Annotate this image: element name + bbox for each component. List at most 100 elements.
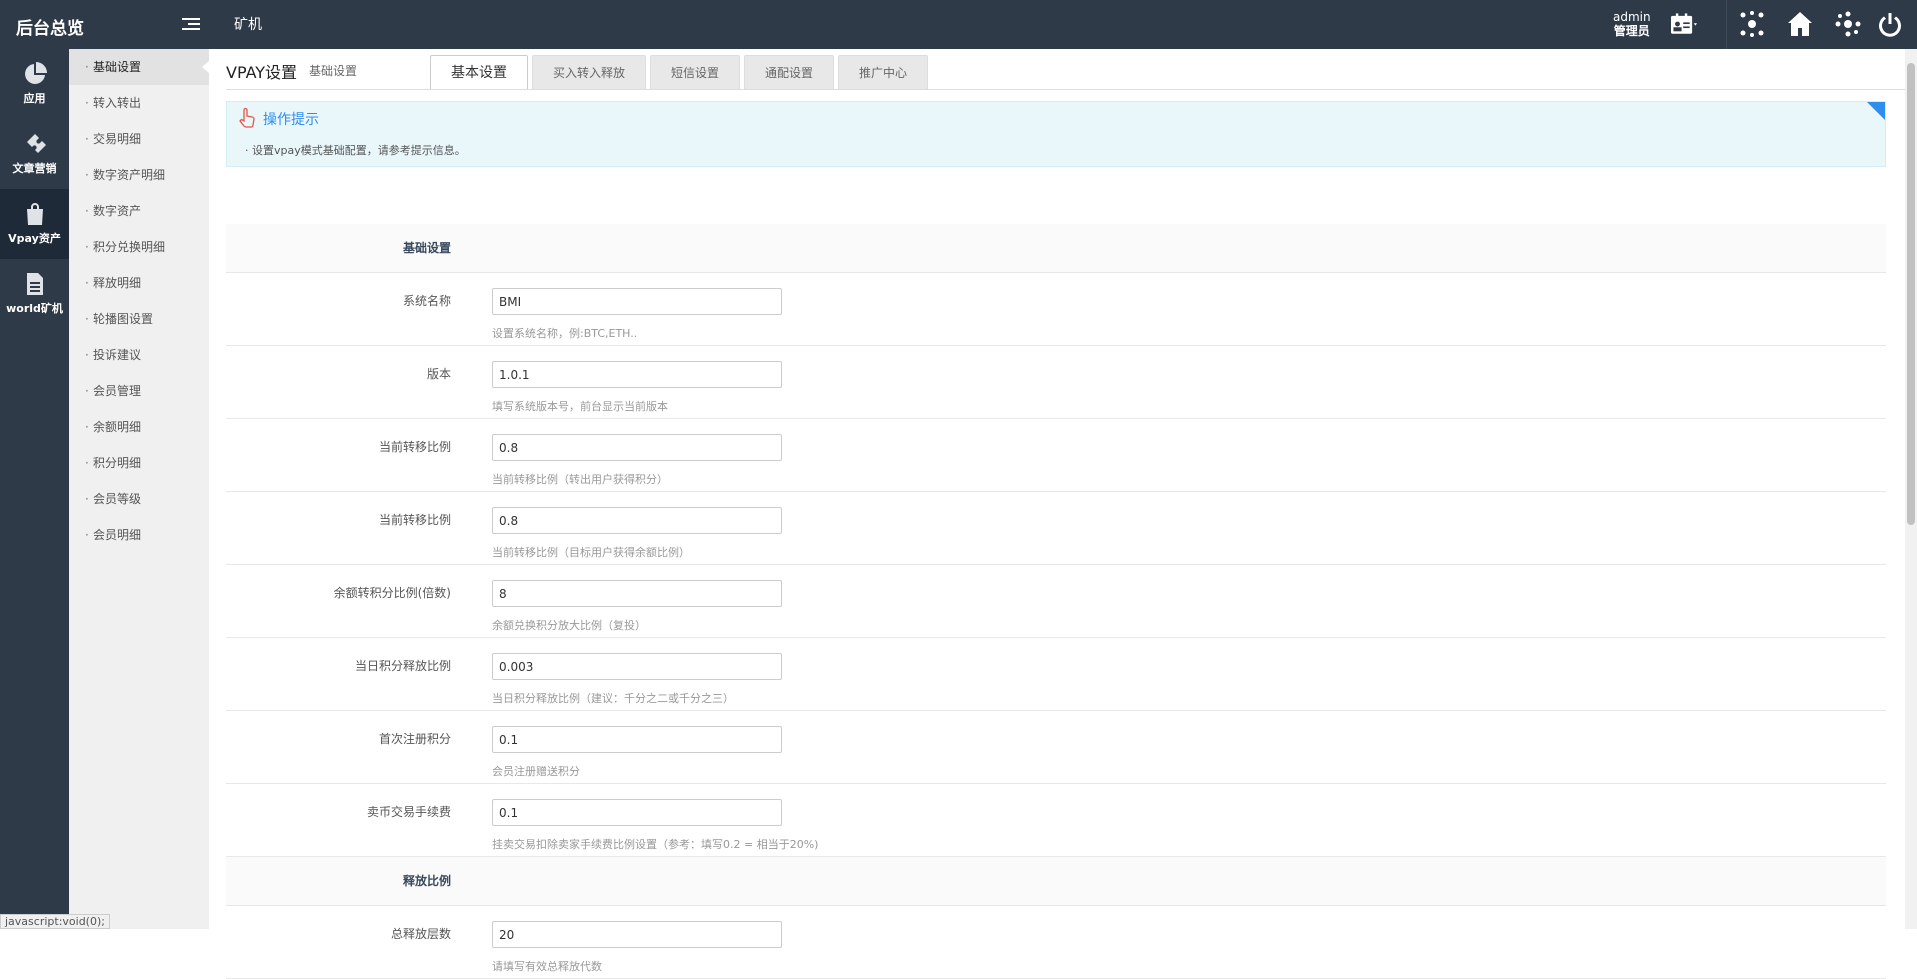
tab-basic-settings[interactable]: 基本设置 xyxy=(430,55,528,89)
sell-fee-input[interactable] xyxy=(492,799,782,826)
field-hint: 当日积分释放比例（建议：千分之二或千分之三） xyxy=(492,692,734,705)
pie-chart-icon xyxy=(24,62,47,84)
field-hint: 当前转移比例（目标用户获得余额比例） xyxy=(492,546,690,559)
field-hint: 设置系统名称，例:BTC,ETH.. xyxy=(492,327,638,340)
sidebar-item-label: 应用 xyxy=(23,92,46,105)
sidebar-item-label: Vpay资产 xyxy=(8,232,61,245)
field-label: 总释放层数 xyxy=(390,927,451,941)
submenu-item-digital-assets[interactable]: 数字资产 xyxy=(69,193,209,229)
tab-buy-transfer-release[interactable]: 买入转入释放 xyxy=(532,55,647,89)
section-title: 基础设置 xyxy=(402,241,451,255)
submenu-item-basic-settings[interactable]: 基础设置 xyxy=(69,49,209,85)
tip-box: 操作提示 · 设置vpay模式基础配置，请参考提示信息。 xyxy=(226,101,1886,167)
form-row: 卖币交易手续费 挂卖交易扣除卖家手续费比例设置（参考：填写0.2 = 相当于20… xyxy=(226,784,1886,857)
submenu-item-balance-details[interactable]: 余额明细 xyxy=(69,409,209,445)
cluster-icon[interactable] xyxy=(1736,10,1768,38)
submenu-item-points-details[interactable]: 积分明细 xyxy=(69,445,209,481)
field-label: 系统名称 xyxy=(402,294,451,308)
transfer-ratio-target-input[interactable] xyxy=(492,507,782,534)
tip-text: · 设置vpay模式基础配置，请参考提示信息。 xyxy=(245,144,466,157)
sidebar-item-world-miner[interactable]: world矿机 xyxy=(0,259,69,329)
user-info[interactable]: admin 管理员 xyxy=(1613,10,1651,38)
tab-sms-settings[interactable]: 短信设置 xyxy=(650,55,741,89)
sidebar-item-apps[interactable]: 应用 xyxy=(0,49,69,119)
tab-divider xyxy=(226,89,1905,90)
tab-bar: 基本设置 买入转入释放 短信设置 通配设置 推广中心 xyxy=(430,55,932,89)
field-hint: 余额兑换积分放大比例（复投） xyxy=(492,619,646,632)
network-icon[interactable] xyxy=(1832,10,1864,38)
submenu-item-member-levels[interactable]: 会员等级 xyxy=(69,481,209,517)
submenu-item-member-management[interactable]: 会员管理 xyxy=(69,373,209,409)
field-label: 当前转移比例 xyxy=(378,513,451,527)
user-name: admin xyxy=(1613,10,1651,24)
submenu-item-release-details[interactable]: 释放明细 xyxy=(69,265,209,301)
system-name-input[interactable] xyxy=(492,288,782,315)
field-hint: 请填写有效总释放代数 xyxy=(492,960,602,973)
transfer-ratio-out-input[interactable] xyxy=(492,434,782,461)
total-release-levels-input[interactable] xyxy=(492,921,782,948)
shopping-bag-icon xyxy=(26,203,43,225)
menu-toggle-icon[interactable] xyxy=(182,18,200,32)
user-role: 管理员 xyxy=(1613,24,1650,38)
submenu-item-digital-asset-details[interactable]: 数字资产明细 xyxy=(69,157,209,193)
sidebar-item-vpay-assets[interactable]: Vpay资产 xyxy=(0,189,69,259)
tip-collapse-corner[interactable] xyxy=(1867,102,1885,120)
sub-menu: 基础设置 转入转出 交易明细 数字资产明细 数字资产 积分兑换明细 释放明细 轮… xyxy=(69,49,209,929)
tab-general-settings[interactable]: 通配设置 xyxy=(744,55,835,89)
field-label: 当日积分释放比例 xyxy=(354,659,451,673)
home-icon[interactable] xyxy=(1784,10,1816,38)
sidebar-item-label: 文章营销 xyxy=(12,162,57,175)
submenu-item-carousel-settings[interactable]: 轮播图设置 xyxy=(69,301,209,337)
page-title: VPAY设置 xyxy=(226,63,298,82)
version-input[interactable] xyxy=(492,361,782,388)
form-row: 余额转积分比例(倍数) 余额兑换积分放大比例（复投） xyxy=(226,565,1886,638)
section-header-release: 释放比例 xyxy=(226,857,1886,906)
contact-card-icon[interactable] xyxy=(1660,10,1708,38)
submenu-item-transfer[interactable]: 转入转出 xyxy=(69,85,209,121)
icon-sidebar: 应用 文章营销 Vpay资产 world矿机 xyxy=(0,49,69,929)
status-bar: javascript:void(0); xyxy=(0,914,110,929)
balance-to-points-input[interactable] xyxy=(492,580,782,607)
field-label: 版本 xyxy=(426,367,451,381)
form-row: 总释放层数 请填写有效总释放代数 xyxy=(226,906,1886,979)
main-content: VPAY设置 基础设置 基本设置 买入转入释放 短信设置 通配设置 推广中心 操… xyxy=(209,49,1905,979)
pointing-hand-icon xyxy=(239,108,255,128)
sidebar-item-article-marketing[interactable]: 文章营销 xyxy=(0,119,69,189)
tip-text-content: 设置vpay模式基础配置，请参考提示信息。 xyxy=(252,144,466,157)
page-subtitle: 基础设置 xyxy=(309,64,358,78)
submenu-item-member-details[interactable]: 会员明细 xyxy=(69,517,209,553)
form-row: 版本 填写系统版本号，前台显示当前版本 xyxy=(226,346,1886,419)
field-label: 当前转移比例 xyxy=(378,440,451,454)
section-title: 释放比例 xyxy=(402,874,451,888)
tip-title: 操作提示 xyxy=(263,112,319,128)
tab-promotion-center[interactable]: 推广中心 xyxy=(838,55,929,89)
submenu-item-complaints[interactable]: 投诉建议 xyxy=(69,337,209,373)
field-label: 余额转积分比例(倍数) xyxy=(333,586,451,600)
daily-release-ratio-input[interactable] xyxy=(492,653,782,680)
page-scrollbar[interactable] xyxy=(1905,49,1917,929)
top-divider xyxy=(1726,0,1727,49)
sidebar-item-label: world矿机 xyxy=(6,302,63,315)
power-icon[interactable] xyxy=(1874,10,1906,38)
submenu-item-trade-details[interactable]: 交易明细 xyxy=(69,121,209,157)
field-hint: 当前转移比例（转出用户获得积分） xyxy=(492,473,668,486)
document-icon xyxy=(26,273,43,295)
puzzle-icon xyxy=(26,134,46,153)
submenu-item-points-exchange[interactable]: 积分兑换明细 xyxy=(69,229,209,265)
form-row: 首次注册积分 会员注册赠送积分 xyxy=(226,711,1886,784)
top-bar: 后台总览 矿机 admin 管理员 xyxy=(0,0,1917,49)
field-label: 首次注册积分 xyxy=(378,732,451,746)
field-label: 卖币交易手续费 xyxy=(366,805,451,819)
settings-form: 基础设置 系统名称 设置系统名称，例:BTC,ETH.. 版本 填写系统版本号，… xyxy=(226,224,1886,979)
brand-title[interactable]: 后台总览 xyxy=(16,14,84,39)
section-header-basic: 基础设置 xyxy=(226,224,1886,273)
form-row: 当前转移比例 当前转移比例（目标用户获得余额比例） xyxy=(226,492,1886,565)
scrollbar-thumb[interactable] xyxy=(1907,63,1915,525)
register-points-input[interactable] xyxy=(492,726,782,753)
field-hint: 填写系统版本号，前台显示当前版本 xyxy=(492,400,668,413)
field-hint: 挂卖交易扣除卖家手续费比例设置（参考：填写0.2 = 相当于20%) xyxy=(492,838,819,851)
field-hint: 会员注册赠送积分 xyxy=(492,765,580,778)
top-nav-miner[interactable]: 矿机 xyxy=(234,14,262,34)
form-row: 当日积分释放比例 当日积分释放比例（建议：千分之二或千分之三） xyxy=(226,638,1886,711)
form-row: 系统名称 设置系统名称，例:BTC,ETH.. xyxy=(226,273,1886,346)
